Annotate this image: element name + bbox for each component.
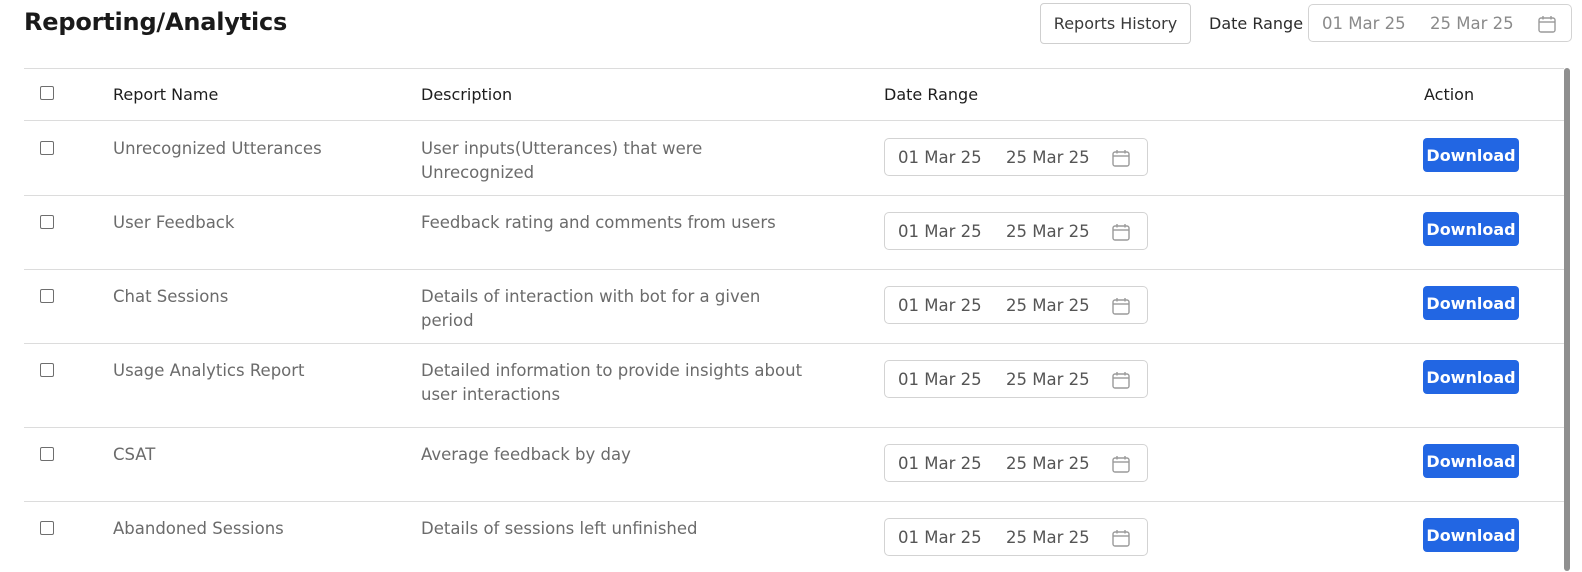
date-to-value[interactable]: 25 Mar 25	[1006, 454, 1090, 473]
date-to-value[interactable]: 25 Mar 25	[1006, 222, 1090, 241]
report-description: Detailed information to provide insights…	[421, 361, 803, 404]
date-from-value[interactable]: 01 Mar 25	[898, 528, 982, 547]
report-name: Unrecognized Utterances	[113, 139, 322, 158]
date-from-value[interactable]: 01 Mar 25	[898, 222, 982, 241]
report-name: Chat Sessions	[113, 287, 229, 306]
table-row: Chat Sessions Details of interaction wit…	[24, 269, 1564, 344]
row-checkbox[interactable]	[40, 447, 54, 461]
row-checkbox[interactable]	[40, 521, 54, 535]
report-description: User inputs(Utterances) that were Unreco…	[421, 139, 703, 182]
date-from-value[interactable]: 01 Mar 25	[898, 148, 982, 167]
date-to-value[interactable]: 25 Mar 25	[1006, 528, 1090, 547]
report-name: Abandoned Sessions	[113, 519, 284, 538]
date-to-value[interactable]: 25 Mar 25	[1430, 14, 1514, 33]
date-range-label: Date Range	[1209, 14, 1304, 33]
download-button[interactable]: Download	[1423, 360, 1519, 394]
row-date-range-picker[interactable]: 01 Mar 25 25 Mar 25	[884, 518, 1148, 556]
download-button[interactable]: Download	[1423, 518, 1519, 552]
calendar-icon[interactable]	[1111, 370, 1131, 390]
table-row: Unrecognized Utterances User inputs(Utte…	[24, 121, 1564, 196]
calendar-icon[interactable]	[1111, 148, 1131, 168]
row-date-range-picker[interactable]: 01 Mar 25 25 Mar 25	[884, 360, 1148, 398]
table-header-row: Report Name Description Date Range Actio…	[24, 69, 1564, 121]
date-to-value[interactable]: 25 Mar 25	[1006, 370, 1090, 389]
download-button[interactable]: Download	[1423, 138, 1519, 172]
report-description: Details of sessions left unfinished	[421, 519, 698, 538]
report-description: Details of interaction with bot for a gi…	[421, 287, 761, 330]
date-from-value[interactable]: 01 Mar 25	[1322, 14, 1406, 33]
calendar-icon[interactable]	[1111, 528, 1131, 548]
row-checkbox[interactable]	[40, 363, 54, 377]
calendar-icon[interactable]	[1537, 14, 1557, 34]
download-button[interactable]: Download	[1423, 286, 1519, 320]
date-from-value[interactable]: 01 Mar 25	[898, 370, 982, 389]
column-header-action: Action	[1424, 85, 1475, 104]
table-row: CSAT Average feedback by day 01 Mar 25 2…	[24, 427, 1564, 502]
row-date-range-picker[interactable]: 01 Mar 25 25 Mar 25	[884, 444, 1148, 482]
download-button[interactable]: Download	[1423, 444, 1519, 478]
report-name: Usage Analytics Report	[113, 361, 305, 380]
row-date-range-picker[interactable]: 01 Mar 25 25 Mar 25	[884, 286, 1148, 324]
global-date-range-picker[interactable]: 01 Mar 25 25 Mar 25	[1308, 4, 1572, 42]
row-checkbox[interactable]	[40, 215, 54, 229]
column-header-report-name: Report Name	[113, 85, 219, 104]
row-date-range-picker[interactable]: 01 Mar 25 25 Mar 25	[884, 138, 1148, 176]
page-title: Reporting/Analytics	[24, 8, 288, 36]
table-row: User Feedback Feedback rating and commen…	[24, 195, 1564, 270]
table-row: Abandoned Sessions Details of sessions l…	[24, 501, 1564, 572]
download-button[interactable]: Download	[1423, 212, 1519, 246]
date-from-value[interactable]: 01 Mar 25	[898, 454, 982, 473]
date-to-value[interactable]: 25 Mar 25	[1006, 148, 1090, 167]
date-to-value[interactable]: 25 Mar 25	[1006, 296, 1090, 315]
row-date-range-picker[interactable]: 01 Mar 25 25 Mar 25	[884, 212, 1148, 250]
date-from-value[interactable]: 01 Mar 25	[898, 296, 982, 315]
report-name: User Feedback	[113, 213, 235, 232]
calendar-icon[interactable]	[1111, 222, 1131, 242]
column-header-date-range: Date Range	[884, 85, 979, 104]
report-name: CSAT	[113, 445, 156, 464]
row-checkbox[interactable]	[40, 141, 54, 155]
select-all-checkbox[interactable]	[40, 86, 54, 100]
column-header-description: Description	[421, 85, 513, 104]
reports-table: Report Name Description Date Range Actio…	[24, 68, 1564, 572]
reports-history-button[interactable]: Reports History	[1040, 3, 1191, 44]
row-checkbox[interactable]	[40, 289, 54, 303]
report-description: Average feedback by day	[421, 445, 631, 464]
calendar-icon[interactable]	[1111, 454, 1131, 474]
vertical-scrollbar[interactable]	[1564, 68, 1570, 571]
report-description: Feedback rating and comments from users	[421, 213, 776, 232]
calendar-icon[interactable]	[1111, 296, 1131, 316]
table-row: Usage Analytics Report Detailed informat…	[24, 343, 1564, 428]
